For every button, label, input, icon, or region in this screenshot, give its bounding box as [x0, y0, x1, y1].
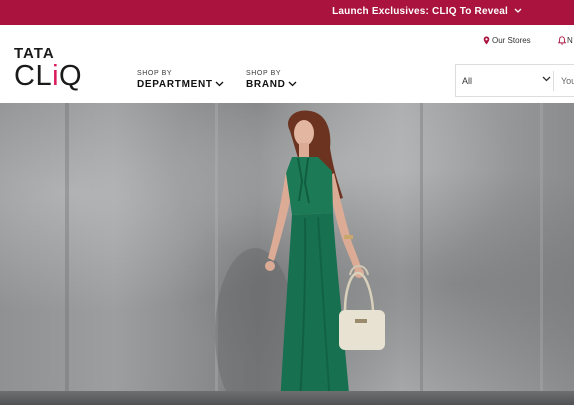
search-divider [553, 71, 554, 91]
nav-brand-label: BRAND [246, 79, 286, 90]
hero-model-image [65, 103, 543, 405]
chevron-down-icon[interactable] [542, 76, 551, 82]
search-input[interactable]: You [561, 76, 574, 86]
search-category-select[interactable]: All [462, 76, 472, 86]
tata-cliq-logo[interactable]: TATA CLiQ [14, 45, 83, 92]
shop-by-brand-menu[interactable]: SHOP BY BRAND [246, 70, 297, 90]
site-header: TATA CLiQ SHOP BY DEPARTMENT SHOP BY BRA… [0, 25, 574, 103]
hero-banner[interactable] [0, 103, 574, 405]
hero-floor [0, 391, 574, 405]
top-promo-bar: Launch Exclusives: CLIQ To Reveal [0, 0, 574, 25]
chevron-down-icon [215, 81, 224, 87]
our-stores-link[interactable]: Our Stores [483, 36, 531, 45]
nav-department-label: DEPARTMENT [137, 79, 213, 90]
nav-small-label: SHOP BY [246, 70, 282, 77]
location-pin-icon [483, 36, 490, 45]
nav-small-label: SHOP BY [137, 70, 173, 77]
notifications-link[interactable]: N [557, 36, 573, 45]
launch-exclusives-link[interactable]: Launch Exclusives: CLIQ To Reveal [332, 6, 522, 17]
bell-icon [557, 36, 567, 45]
notifications-label: N [567, 36, 573, 45]
logo-cliq: CLiQ [14, 60, 83, 92]
chevron-down-icon [288, 81, 297, 87]
shop-by-department-menu[interactable]: SHOP BY DEPARTMENT [137, 70, 224, 90]
our-stores-label: Our Stores [492, 36, 531, 45]
search-bar: All You [455, 64, 574, 97]
promo-text: Launch Exclusives: CLIQ To Reveal [332, 6, 509, 17]
chevron-down-icon [514, 8, 522, 14]
